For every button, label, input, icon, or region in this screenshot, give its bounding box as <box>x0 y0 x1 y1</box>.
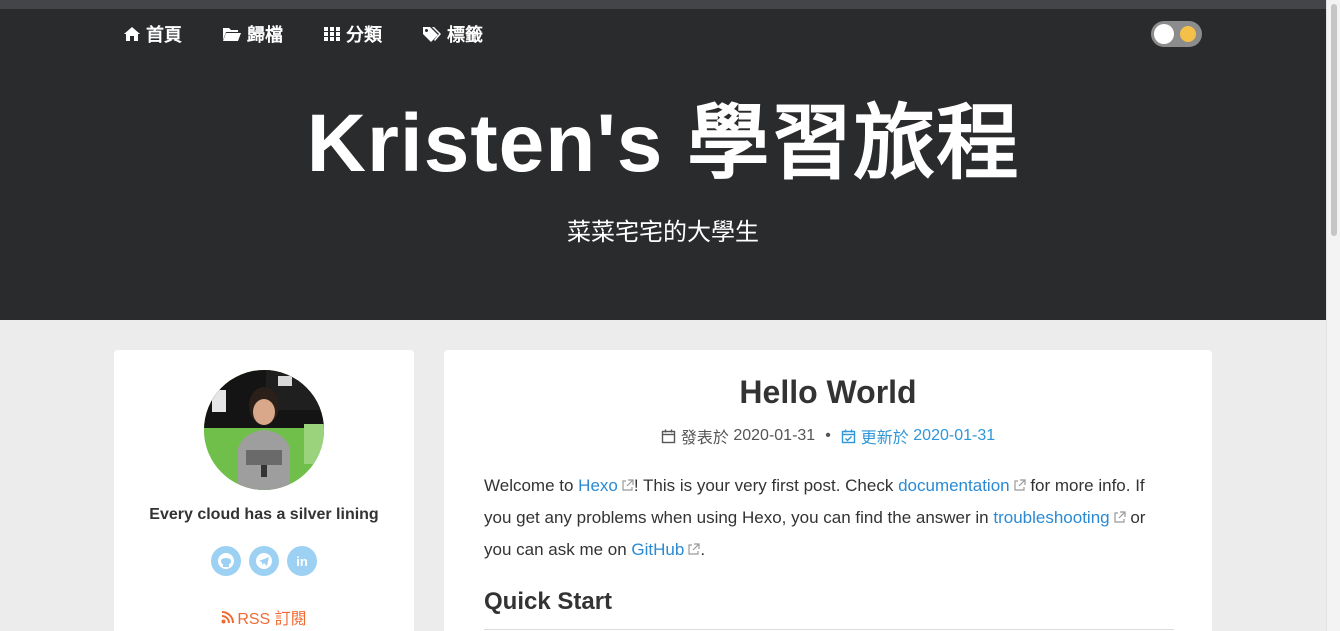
body-text: Welcome to <box>484 476 579 495</box>
nav-item-label: 標籤 <box>447 25 483 45</box>
external-link-icon <box>688 543 700 555</box>
page-scrollbar[interactable] <box>1326 0 1340 631</box>
scrollbar-thumb[interactable] <box>1331 4 1337 236</box>
telegram-link[interactable] <box>249 546 279 576</box>
site-title: Kristen's 學習旅程 <box>306 98 1020 189</box>
tags-icon <box>423 27 441 42</box>
external-link-icon <box>1114 511 1126 523</box>
telegram-icon <box>256 553 272 569</box>
calendar-icon <box>661 429 676 443</box>
troubleshooting-link[interactable]: troubleshooting <box>993 508 1109 527</box>
heading-divider <box>484 629 1174 630</box>
site-subtitle: 菜菜宅宅的大學生 <box>567 219 759 246</box>
section-heading: Quick Start <box>484 588 613 615</box>
github-text-link[interactable]: GitHub <box>631 540 684 559</box>
social-links: in <box>114 546 414 576</box>
published-meta: 發表於 2020-01-31 <box>661 424 815 448</box>
rss-label: RSS 訂閱 <box>237 611 307 628</box>
nav-item-categories[interactable]: 分類 <box>323 21 382 47</box>
nav-item-label: 首頁 <box>146 25 182 45</box>
sun-icon <box>1180 26 1196 42</box>
author-tagline: Every cloud has a silver lining <box>149 506 379 523</box>
github-icon <box>218 553 234 569</box>
published-date: 2020-01-31 <box>733 427 816 444</box>
updated-label: 更新於 <box>860 430 909 447</box>
avatar[interactable] <box>204 370 324 490</box>
post-body: Welcome to Hexo ! This is your very first… <box>484 470 1174 566</box>
nav-item-label: 歸檔 <box>247 25 283 45</box>
nav-item-archives[interactable]: 歸檔 <box>222 21 283 47</box>
external-link-icon <box>1014 479 1026 491</box>
nav-item-tags[interactable]: 標籤 <box>422 21 483 47</box>
post-title[interactable]: Hello World <box>444 374 1212 411</box>
site-header: 首頁 歸檔 分類 標籤 Kristen's 學習旅程 菜菜宅宅的大學生 <box>0 9 1326 320</box>
published-label: 發表於 <box>680 430 729 447</box>
nav-item-home[interactable]: 首頁 <box>123 21 182 47</box>
body-text: . <box>700 540 706 559</box>
updated-date: 2020-01-31 <box>913 427 996 444</box>
dark-mode-toggle[interactable] <box>1151 21 1202 47</box>
linkedin-link[interactable]: in <box>287 546 317 576</box>
hexo-link[interactable]: Hexo <box>578 476 618 495</box>
home-icon <box>124 27 140 41</box>
avatar-photo <box>204 370 324 490</box>
linkedin-icon: in <box>296 553 308 569</box>
folder-open-icon <box>223 28 241 41</box>
main-nav: 首頁 歸檔 分類 標籤 <box>123 23 523 45</box>
calendar-check-icon <box>841 429 855 443</box>
meta-separator: • <box>825 427 831 444</box>
rss-subscribe-link[interactable]: RSS 訂閱 <box>114 605 414 629</box>
grid-icon <box>324 27 340 41</box>
post-meta: 發表於 2020-01-31 • 更新於 2020-01-31 <box>444 424 1212 448</box>
documentation-link[interactable]: documentation <box>898 476 1010 495</box>
github-link[interactable] <box>211 546 241 576</box>
nav-item-label: 分類 <box>346 25 382 45</box>
updated-meta: 更新於 2020-01-31 <box>841 424 995 448</box>
author-sidebar-card: Every cloud has a silver lining in RSS 訂… <box>114 350 414 631</box>
browser-top-strip <box>0 0 1326 9</box>
rss-icon <box>221 610 235 623</box>
post-card: Hello World 發表於 2020-01-31 • 更新於 2020-01… <box>444 350 1212 631</box>
external-link-icon <box>622 479 634 491</box>
toggle-knob <box>1154 24 1174 44</box>
body-text: ! This is your very first post. Check <box>633 476 899 495</box>
